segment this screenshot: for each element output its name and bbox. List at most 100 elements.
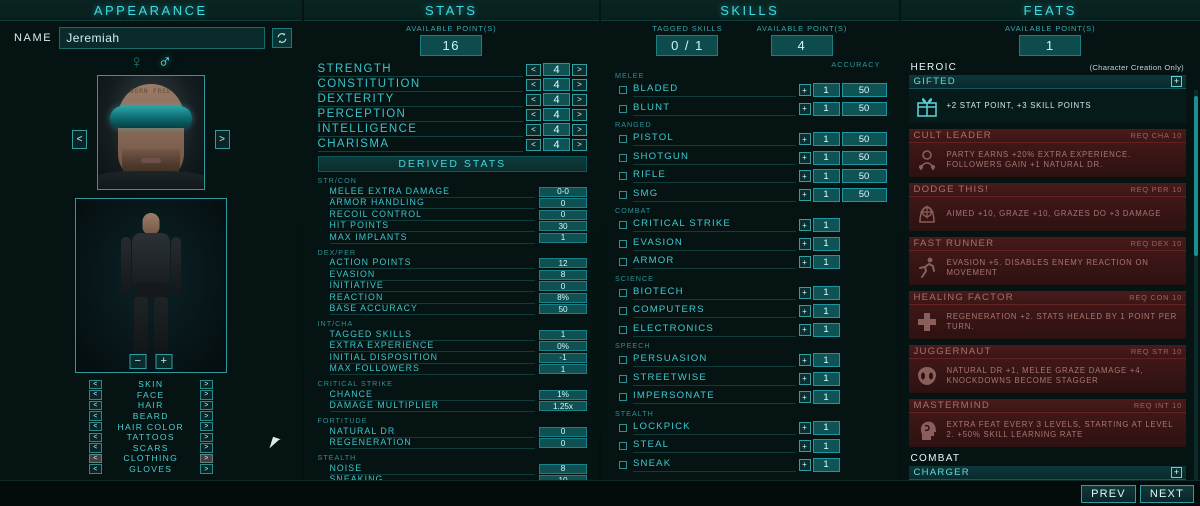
portrait-prev-button[interactable]: <: [72, 130, 87, 149]
stat-decrease-button[interactable]: <: [526, 138, 541, 151]
stat-decrease-button[interactable]: <: [526, 93, 541, 106]
stat-decrease-button[interactable]: <: [526, 123, 541, 136]
stat-increase-button[interactable]: >: [572, 108, 587, 121]
skill-increase-button[interactable]: +: [798, 188, 811, 201]
skill-label: BLADED: [633, 83, 796, 98]
appearance-option-next[interactable]: >: [199, 443, 213, 453]
appearance-option-prev[interactable]: <: [88, 453, 102, 464]
appearance-option-next[interactable]: >: [199, 432, 213, 442]
skill-increase-button[interactable]: +: [798, 237, 811, 250]
stat-decrease-button[interactable]: <: [526, 108, 541, 121]
appearance-option-next[interactable]: >: [199, 400, 213, 411]
derived-stat-row: HIT POINTS 30: [329, 220, 587, 233]
feats-scrollbar-thumb[interactable]: [1194, 96, 1198, 256]
appearance-option-prev[interactable]: <: [88, 421, 102, 432]
skill-increase-button[interactable]: +: [798, 372, 811, 385]
skill-increase-button[interactable]: +: [798, 151, 811, 164]
stat-decrease-button[interactable]: <: [526, 78, 541, 91]
skill-tag-checkbox[interactable]: [619, 442, 627, 451]
skill-tag-checkbox[interactable]: [619, 104, 627, 113]
skill-increase-button[interactable]: +: [798, 323, 811, 336]
appearance-option-next[interactable]: >: [199, 390, 213, 400]
skill-tag-checkbox[interactable]: [619, 153, 627, 162]
skill-increase-button[interactable]: +: [798, 421, 811, 434]
skill-value: 1: [812, 169, 840, 184]
skill-tag-checkbox[interactable]: [619, 356, 627, 365]
randomize-name-button[interactable]: [271, 28, 292, 48]
skill-increase-button[interactable]: +: [798, 219, 811, 232]
skill-increase-button[interactable]: +: [798, 458, 811, 471]
model-arm-left: [120, 237, 131, 295]
feat-add-button[interactable]: +: [1171, 467, 1182, 478]
stat-increase-button[interactable]: >: [572, 78, 587, 91]
appearance-option-prev[interactable]: <: [88, 379, 102, 389]
stat-increase-button[interactable]: >: [572, 123, 587, 136]
stat-row: DEXTERITY <4 >: [317, 92, 587, 107]
gender-female-icon[interactable]: ♀: [130, 53, 144, 72]
skill-tag-checkbox[interactable]: [619, 221, 627, 230]
stat-increase-button[interactable]: >: [572, 138, 587, 151]
feat-category-header: COMBAT: [911, 453, 1185, 464]
skill-increase-button[interactable]: +: [798, 102, 811, 115]
appearance-option-next[interactable]: >: [199, 421, 213, 432]
appearance-option-next[interactable]: >: [199, 453, 213, 464]
skill-increase-button[interactable]: +: [798, 354, 811, 367]
skill-increase-button[interactable]: +: [798, 84, 811, 97]
zoom-in-button[interactable]: +: [155, 354, 173, 369]
skill-row: RIFLE +1 50: [619, 167, 887, 186]
appearance-option-next[interactable]: >: [199, 379, 213, 389]
skill-tag-checkbox[interactable]: [619, 190, 627, 199]
feat-card-available[interactable]: GIFTED + +2 STAT POINT, +3 SKILL POINTS: [908, 75, 1186, 123]
appearance-option-prev[interactable]: <: [88, 411, 102, 421]
skill-value: 1: [812, 420, 840, 435]
name-input[interactable]: [59, 27, 265, 49]
skill-tag-checkbox[interactable]: [619, 86, 627, 95]
stats-points-label: AVAILABLE POINT(S): [405, 24, 497, 33]
next-button[interactable]: NEXT: [1139, 484, 1194, 503]
skill-tag-checkbox[interactable]: [619, 374, 627, 383]
skill-tag-checkbox[interactable]: [619, 135, 627, 144]
skill-increase-button[interactable]: +: [798, 133, 811, 146]
portrait-next-button[interactable]: >: [214, 130, 230, 149]
appearance-option-prev[interactable]: <: [88, 443, 102, 453]
skill-accuracy-value: [842, 353, 887, 367]
appearance-option-next[interactable]: >: [199, 464, 213, 474]
skill-increase-button[interactable]: +: [798, 170, 811, 183]
skill-accuracy-value: [842, 323, 887, 337]
appearance-option-prev[interactable]: <: [88, 390, 102, 400]
prev-button[interactable]: PREV: [1081, 484, 1136, 503]
skill-tag-checkbox[interactable]: [619, 307, 627, 316]
appearance-option-prev[interactable]: <: [88, 400, 102, 411]
skill-tag-checkbox[interactable]: [619, 423, 627, 432]
visor-glasses: [109, 106, 192, 128]
skills-tagged-label: TAGGED SKILLS: [652, 24, 723, 33]
skill-tag-checkbox[interactable]: [619, 460, 627, 469]
skill-increase-button[interactable]: +: [798, 391, 811, 404]
skill-tag-checkbox[interactable]: [619, 239, 627, 248]
character-model-preview[interactable]: − +: [74, 198, 227, 373]
skill-group-label: RANGED: [615, 120, 652, 129]
skill-increase-button[interactable]: +: [798, 286, 811, 299]
appearance-option-next[interactable]: >: [199, 411, 213, 421]
feats-scroll-area[interactable]: HEROIC (Character Creation Only) GIFTED + +2…: [901, 56, 1200, 506]
zoom-out-button[interactable]: −: [129, 354, 147, 369]
skill-increase-button[interactable]: +: [798, 440, 811, 453]
gender-male-icon[interactable]: ♂: [158, 53, 172, 72]
skill-tag-checkbox[interactable]: [619, 325, 627, 334]
appearance-option-prev[interactable]: <: [88, 464, 102, 474]
appearance-option-prev[interactable]: <: [88, 432, 102, 442]
stat-decrease-button[interactable]: <: [526, 63, 541, 76]
skill-tag-checkbox[interactable]: [619, 393, 627, 402]
skill-tag-checkbox[interactable]: [619, 258, 627, 267]
derived-stat-value: 0: [539, 281, 587, 292]
mouth: [140, 158, 161, 163]
stat-increase-button[interactable]: >: [572, 63, 587, 76]
skill-tag-checkbox[interactable]: [619, 172, 627, 181]
skill-tag-checkbox[interactable]: [619, 288, 627, 297]
skill-increase-button[interactable]: +: [798, 256, 811, 269]
skill-increase-button[interactable]: +: [798, 305, 811, 318]
stat-increase-button[interactable]: >: [572, 93, 587, 106]
derived-stat-value: 1: [539, 232, 587, 243]
feat-add-button[interactable]: +: [1171, 76, 1182, 87]
appearance-option-row: < SCARS >: [0, 443, 302, 454]
